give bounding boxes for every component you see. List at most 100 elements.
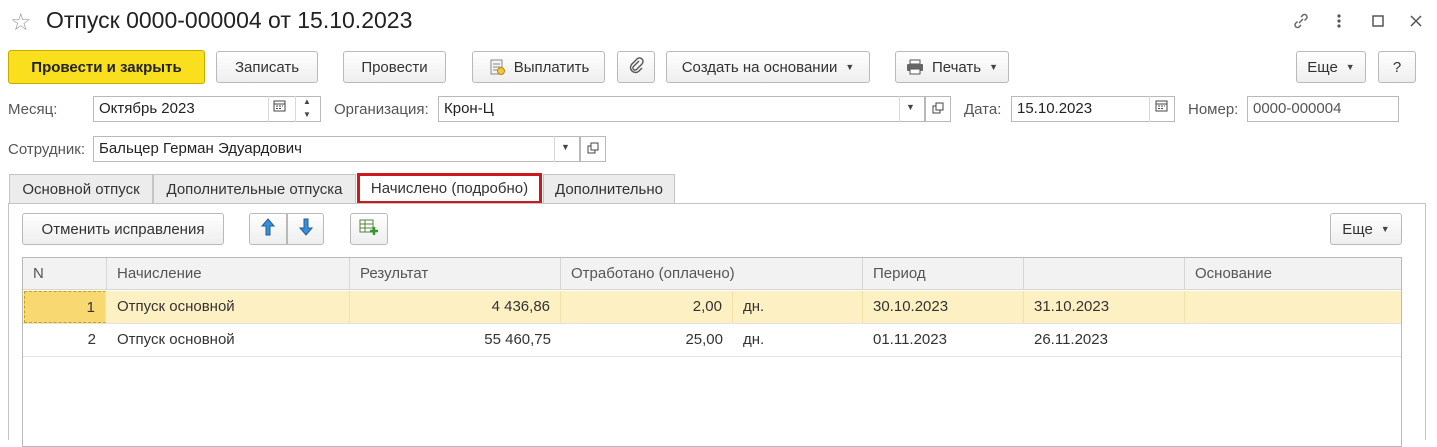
print-button[interactable]: Печать ▼ (895, 51, 1009, 83)
organization-field[interactable]: Крон-Ц (438, 96, 925, 122)
month-field[interactable]: Октябрь 2023 (93, 96, 321, 122)
cell-unit[interactable]: дн. (733, 291, 863, 323)
save-label: Записать (234, 58, 300, 76)
tab-label: Основной отпуск (22, 181, 140, 198)
help-button[interactable]: ? (1378, 51, 1416, 83)
open-form-icon (932, 102, 944, 117)
cell-n[interactable]: 2 (24, 324, 106, 356)
month-label: Месяц: (8, 101, 58, 118)
column-header-period[interactable]: Период (863, 258, 1024, 290)
date-label: Дата: (964, 101, 1002, 118)
column-header-worked[interactable]: Отработано (оплачено) (561, 258, 863, 290)
tab-additional[interactable]: Дополнительно (543, 174, 675, 204)
cell-worked[interactable]: 25,00 (561, 324, 733, 356)
number-field[interactable]: 0000-000004 (1247, 96, 1399, 122)
paperclip-icon (628, 56, 644, 78)
pay-document-icon (488, 58, 506, 76)
number-label: Номер: (1188, 101, 1239, 118)
cell-period-to[interactable]: 31.10.2023 (1024, 291, 1185, 323)
date-value: 15.10.2023 (1017, 100, 1093, 117)
panel-more-label: Еще (1342, 220, 1373, 238)
accruals-table[interactable]: N Начисление Результат Отработано (оплач… (22, 257, 1402, 447)
column-header-result[interactable]: Результат (350, 258, 561, 290)
employee-dropdown-icon[interactable]: ▼ (561, 142, 570, 152)
create-based-on-label: Создать на основании (681, 58, 838, 76)
calendar-icon[interactable] (1155, 99, 1168, 116)
month-down-icon[interactable]: ▼ (303, 109, 311, 121)
move-up-button[interactable] (249, 213, 287, 245)
document-title: Отпуск 0000-000004 от 15.10.2023 (46, 7, 413, 33)
calendar-icon[interactable] (273, 99, 286, 115)
tab-additional-vacations[interactable]: Дополнительные отпуска (153, 174, 356, 204)
post-label: Провести (361, 58, 428, 76)
cell-n[interactable]: 1 (24, 291, 106, 323)
cell-accrual[interactable]: Отпуск основной (107, 291, 350, 323)
add-row-button[interactable] (350, 213, 388, 245)
pay-button[interactable]: Выплатить (472, 51, 605, 83)
tab-label: Дополнительно (555, 181, 663, 198)
column-header-period-end[interactable] (1024, 258, 1185, 290)
column-header-basis[interactable]: Основание (1185, 258, 1401, 290)
employee-value: Бальцер Герман Эдуардович (99, 140, 302, 157)
tab-label: Начислено (подробно) (370, 180, 529, 197)
date-field[interactable]: 15.10.2023 (1011, 96, 1175, 122)
printer-icon (906, 59, 924, 75)
cell-period-to[interactable]: 26.11.2023 (1024, 324, 1185, 356)
cancel-corrections-label: Отменить исправления (41, 220, 205, 238)
tab-label: Дополнительные отпуска (166, 181, 343, 198)
organization-label: Организация: (334, 101, 429, 118)
tab-main-vacation[interactable]: Основной отпуск (9, 174, 153, 204)
post-and-close-label: Провести и закрыть (31, 58, 182, 76)
tab-accrued-detailed[interactable]: Начислено (подробно) (357, 173, 542, 204)
table-add-icon (359, 218, 379, 240)
save-button[interactable]: Записать (216, 51, 318, 83)
employee-label: Сотрудник: (8, 141, 86, 158)
tab-divider (8, 203, 1426, 204)
table-row[interactable]: 2 Отпуск основной 55 460,75 25,00 дн. 01… (23, 324, 1401, 357)
more-button[interactable]: Еще ▼ (1296, 51, 1366, 83)
cell-result[interactable]: 55 460,75 (350, 324, 561, 356)
chevron-down-icon: ▼ (1345, 62, 1355, 72)
month-value: Октябрь 2023 (99, 100, 195, 117)
attach-file-button[interactable] (617, 51, 655, 83)
favorite-star-icon[interactable]: ☆ (10, 8, 32, 37)
more-label: Еще (1307, 58, 1338, 76)
panel-more-button[interactable]: Еще ▼ (1330, 213, 1402, 245)
cell-period-from[interactable]: 01.11.2023 (863, 324, 1024, 356)
organization-open-button[interactable] (925, 96, 951, 122)
close-icon[interactable] (1405, 10, 1427, 32)
cell-worked[interactable]: 2,00 (561, 291, 733, 323)
arrow-up-icon (260, 218, 276, 240)
maximize-icon[interactable] (1367, 10, 1389, 32)
table-row[interactable]: 1 Отпуск основной 4 436,86 2,00 дн. 30.1… (23, 291, 1401, 324)
month-up-icon[interactable]: ▲ (303, 96, 311, 108)
organization-value: Крон-Ц (444, 100, 494, 117)
open-form-icon (587, 142, 599, 157)
cell-accrual[interactable]: Отпуск основной (107, 324, 350, 356)
cell-period-from[interactable]: 30.10.2023 (863, 291, 1024, 323)
cancel-corrections-button[interactable]: Отменить исправления (22, 213, 224, 245)
number-value: 0000-000004 (1253, 100, 1342, 117)
panel-border-left (8, 203, 9, 440)
column-header-n[interactable]: N (23, 258, 107, 290)
panel-border-right (1425, 203, 1426, 440)
cell-unit[interactable]: дн. (733, 324, 863, 356)
column-header-accrual[interactable]: Начисление (107, 258, 350, 290)
cell-result[interactable]: 4 436,86 (350, 291, 561, 323)
move-down-button[interactable] (287, 213, 324, 245)
chevron-down-icon: ▼ (1380, 224, 1390, 234)
create-based-on-button[interactable]: Создать на основании ▼ (666, 51, 870, 83)
print-label: Печать (931, 58, 982, 76)
organization-dropdown-icon[interactable]: ▼ (906, 102, 915, 112)
post-button[interactable]: Провести (343, 51, 446, 83)
cell-basis[interactable] (1185, 291, 1401, 323)
help-label: ? (1392, 58, 1402, 76)
more-vertical-icon[interactable] (1328, 10, 1350, 32)
employee-open-button[interactable] (580, 136, 606, 162)
cell-basis[interactable] (1185, 324, 1401, 356)
link-icon[interactable] (1290, 10, 1312, 32)
pay-label: Выплатить (513, 58, 590, 76)
employee-field[interactable]: Бальцер Герман Эдуардович (93, 136, 580, 162)
chevron-down-icon: ▼ (989, 62, 999, 72)
post-and-close-button[interactable]: Провести и закрыть (8, 50, 205, 84)
